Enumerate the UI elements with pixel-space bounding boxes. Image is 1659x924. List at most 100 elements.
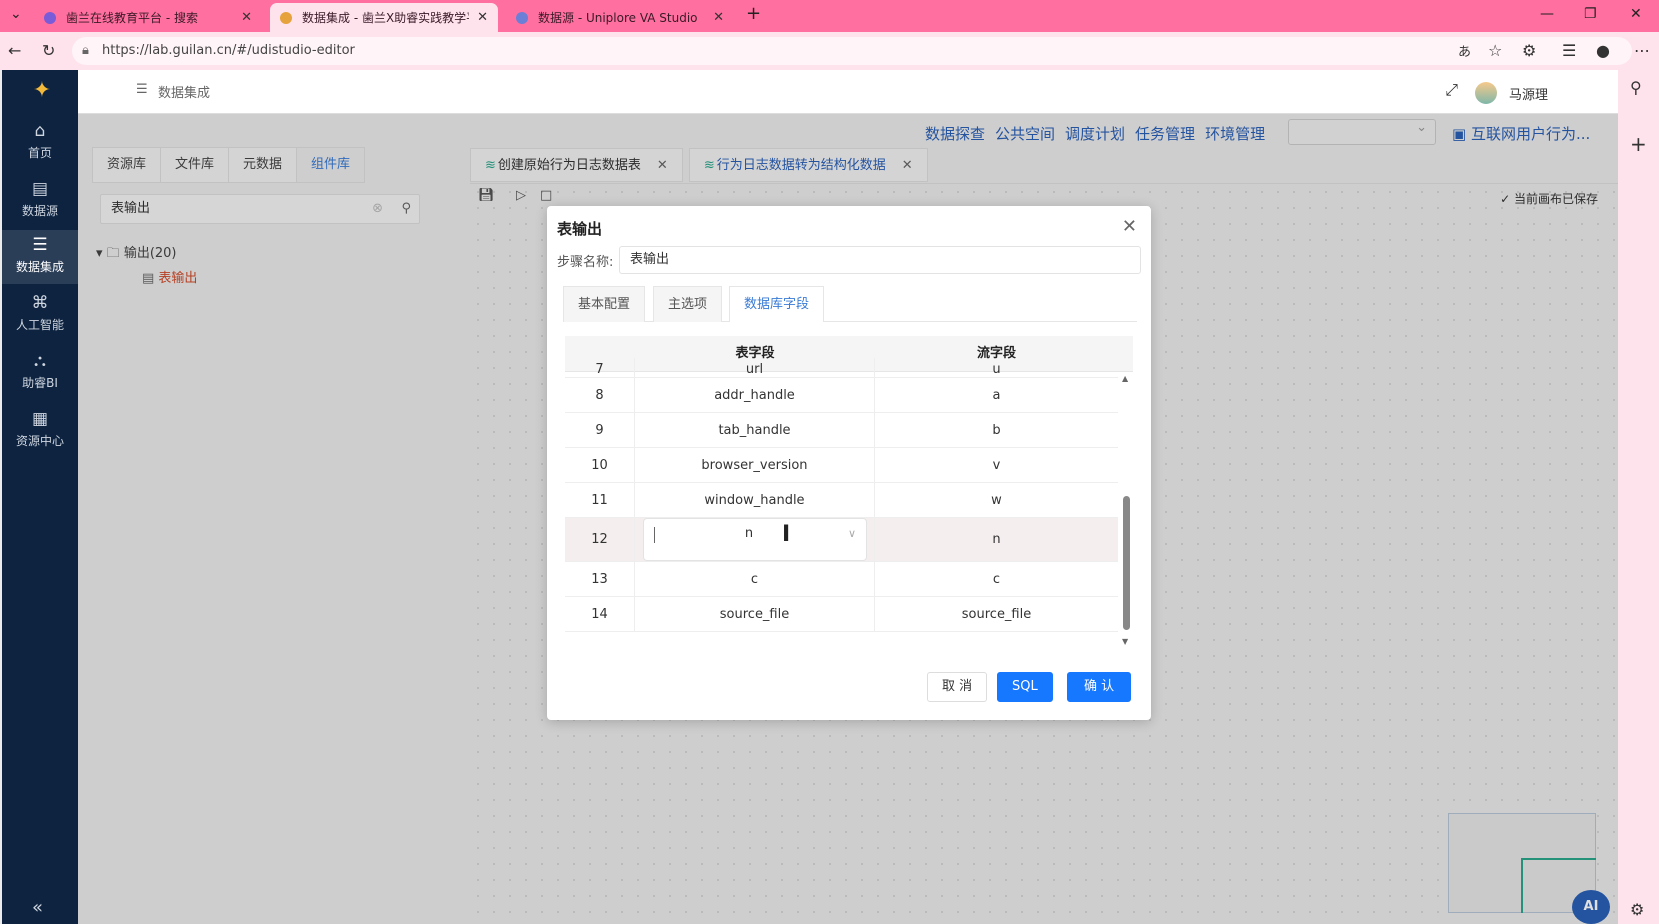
stream-field-cell: n: [992, 532, 1001, 547]
tab-basic-config[interactable]: 基本配置: [563, 286, 646, 322]
stream-field-cell: b: [992, 422, 1001, 438]
nav-label: 资源中心: [15, 434, 64, 448]
restore-icon[interactable]: ❐: [1584, 6, 1597, 22]
close-window-icon[interactable]: ✕: [1630, 6, 1642, 22]
database-icon: ▤: [31, 179, 49, 199]
stream-field-cell: source_file: [961, 606, 1032, 622]
more-icon[interactable]: ⋯: [1634, 41, 1650, 60]
nav-label: 人工智能: [15, 318, 64, 332]
field-mapping-table: 表字段 流字段 7 url u 8 addr_handle a 9 tab_ha…: [565, 336, 1133, 646]
extensions-icon[interactable]: ⚙: [1522, 41, 1536, 60]
bi-icon: ⛬: [34, 351, 46, 371]
integration-icon: ☰: [32, 235, 48, 255]
stream-field-cell: v: [992, 457, 1001, 473]
table-field-cell: addr_handle: [635, 378, 875, 412]
profile-icon[interactable]: ●: [1596, 41, 1610, 60]
site-favicon-icon: [516, 11, 528, 24]
settings-gear-icon[interactable]: ⚙: [1630, 900, 1644, 919]
nav-item-resource[interactable]: ▦ 资源中心: [2, 404, 78, 456]
nav-item-integration[interactable]: ☰ 数据集成: [2, 230, 78, 284]
reload-icon[interactable]: ↻: [42, 41, 55, 60]
user-menu[interactable]: 马源理: [1474, 82, 1548, 104]
nav-label: 数据集成: [15, 260, 64, 274]
tab-list-icon[interactable]: ⌄: [10, 6, 22, 22]
tab-db-fields[interactable]: 数据库字段: [729, 286, 825, 322]
nav-label: 助睿BI: [22, 376, 58, 390]
scroll-down-icon[interactable]: ▼: [1122, 637, 1128, 646]
user-name: 马源理: [1508, 87, 1548, 103]
table-row[interactable]: 9 tab_handle b: [565, 413, 1118, 448]
table-field-cell: c: [635, 562, 875, 596]
step-name-input[interactable]: 表输出: [619, 246, 1141, 274]
collections-icon[interactable]: ☰: [1562, 41, 1576, 60]
new-tab-icon[interactable]: +: [746, 3, 761, 24]
confirm-button[interactable]: 确 认: [1067, 672, 1132, 702]
table-row[interactable]: 7 url u: [565, 358, 1118, 378]
row-index: 10: [565, 448, 635, 482]
table-field-select[interactable]: n ∨ I: [643, 518, 867, 561]
lock-icon: 🔒︎: [82, 43, 89, 58]
browser-tab-3[interactable]: 数据源 - Uniplore VA Studio ✕: [506, 3, 734, 32]
scroll-up-icon[interactable]: ▲: [1122, 374, 1128, 383]
cancel-button[interactable]: 取 消: [927, 672, 988, 702]
back-icon[interactable]: ←: [8, 41, 21, 60]
sql-button[interactable]: SQL: [997, 672, 1053, 702]
row-index: 8: [565, 378, 635, 412]
row-index: 12: [565, 518, 635, 561]
nav-item-datasource[interactable]: ▤ 数据源: [2, 174, 78, 226]
menu-icon[interactable]: ☰: [136, 82, 148, 97]
nav-label: 数据源: [21, 204, 58, 218]
table-row[interactable]: 14 source_file source_file: [565, 597, 1118, 632]
dialog-title: 表输出: [557, 220, 603, 238]
nav-label: 首页: [27, 146, 52, 160]
collapse-sidebar-icon[interactable]: «: [32, 897, 43, 918]
table-row-selected[interactable]: 12 n ∨ I n: [565, 518, 1118, 562]
nav-item-home[interactable]: ⌂ 首页: [2, 116, 78, 168]
table-scrollbar[interactable]: ▲ ▼: [1119, 372, 1133, 646]
tab-title: 数据集成 - 歯兰X助睿实践教学平台: [302, 11, 469, 25]
translate-icon[interactable]: あ: [1458, 41, 1471, 60]
url-text: https://lab.guilan.cn/#/udistudio-editor: [102, 43, 355, 58]
close-tab-icon[interactable]: ✕: [241, 10, 252, 25]
fullscreen-icon[interactable]: ⤢: [1445, 80, 1458, 100]
tab-title: 歯兰在线教育平台 - 搜索: [66, 11, 198, 25]
minimize-icon[interactable]: —: [1540, 6, 1554, 22]
row-index: 14: [565, 597, 635, 631]
url-field[interactable]: 🔒︎ https://lab.guilan.cn/#/udistudio-edi…: [72, 37, 1632, 65]
site-favicon-icon: [280, 11, 292, 24]
dialog-tabs: 基本配置 主选项 数据库字段: [563, 286, 1137, 322]
step-name-label: 步骤名称:: [557, 255, 614, 270]
favorite-star-icon[interactable]: ☆: [1488, 41, 1502, 60]
browser-tab-1[interactable]: 歯兰在线教育平台 - 搜索 ✕: [34, 3, 262, 32]
chevron-down-icon[interactable]: ∨: [848, 519, 856, 549]
table-field-select-value: n: [744, 526, 754, 541]
ibeam-cursor-icon: I: [782, 522, 791, 547]
close-icon[interactable]: ✕: [1122, 216, 1137, 237]
resource-icon: ▦: [31, 409, 49, 429]
table-row[interactable]: 8 addr_handle a: [565, 378, 1118, 413]
nav-item-bi[interactable]: ⛬ 助睿BI: [2, 346, 78, 398]
close-tab-icon[interactable]: ✕: [477, 10, 488, 25]
search-favicon-icon: [44, 11, 56, 24]
table-row[interactable]: 11 window_handle w: [565, 483, 1118, 518]
search-icon[interactable]: ⚲: [1630, 78, 1642, 97]
scrollbar-thumb[interactable]: [1123, 496, 1130, 630]
table-field-cell: n ∨ I: [635, 518, 875, 561]
table-row[interactable]: 13 c c: [565, 562, 1118, 597]
left-nav: ✦ ⌂ 首页 ▤ 数据源 ☰ 数据集成 ⌘ 人工智能 ⛬ 助睿BI ▦ 资源中心…: [2, 70, 78, 924]
address-bar-row: ← ↻ 🔒︎ https://lab.guilan.cn/#/udistudio…: [0, 32, 1659, 70]
row-index: 7: [565, 358, 635, 377]
table-field-cell: browser_version: [635, 448, 875, 482]
browser-tab-2[interactable]: 数据集成 - 歯兰X助睿实践教学平台 ✕: [270, 3, 498, 32]
table-row[interactable]: 10 browser_version v: [565, 448, 1118, 483]
top-bar: ☰ 数据集成 ⤢ 马源理: [78, 70, 1618, 114]
table-field-cell: url: [635, 358, 875, 377]
tab-main-options[interactable]: 主选项: [653, 286, 723, 322]
browser-side-rail: ⚲ + ⚙: [1618, 70, 1659, 924]
close-tab-icon[interactable]: ✕: [713, 10, 724, 25]
table-field-cell: window_handle: [635, 483, 875, 517]
row-index: 11: [565, 483, 635, 517]
add-icon[interactable]: +: [1630, 132, 1647, 156]
nav-item-ai[interactable]: ⌘ 人工智能: [2, 288, 78, 340]
home-icon: ⌂: [34, 121, 46, 141]
